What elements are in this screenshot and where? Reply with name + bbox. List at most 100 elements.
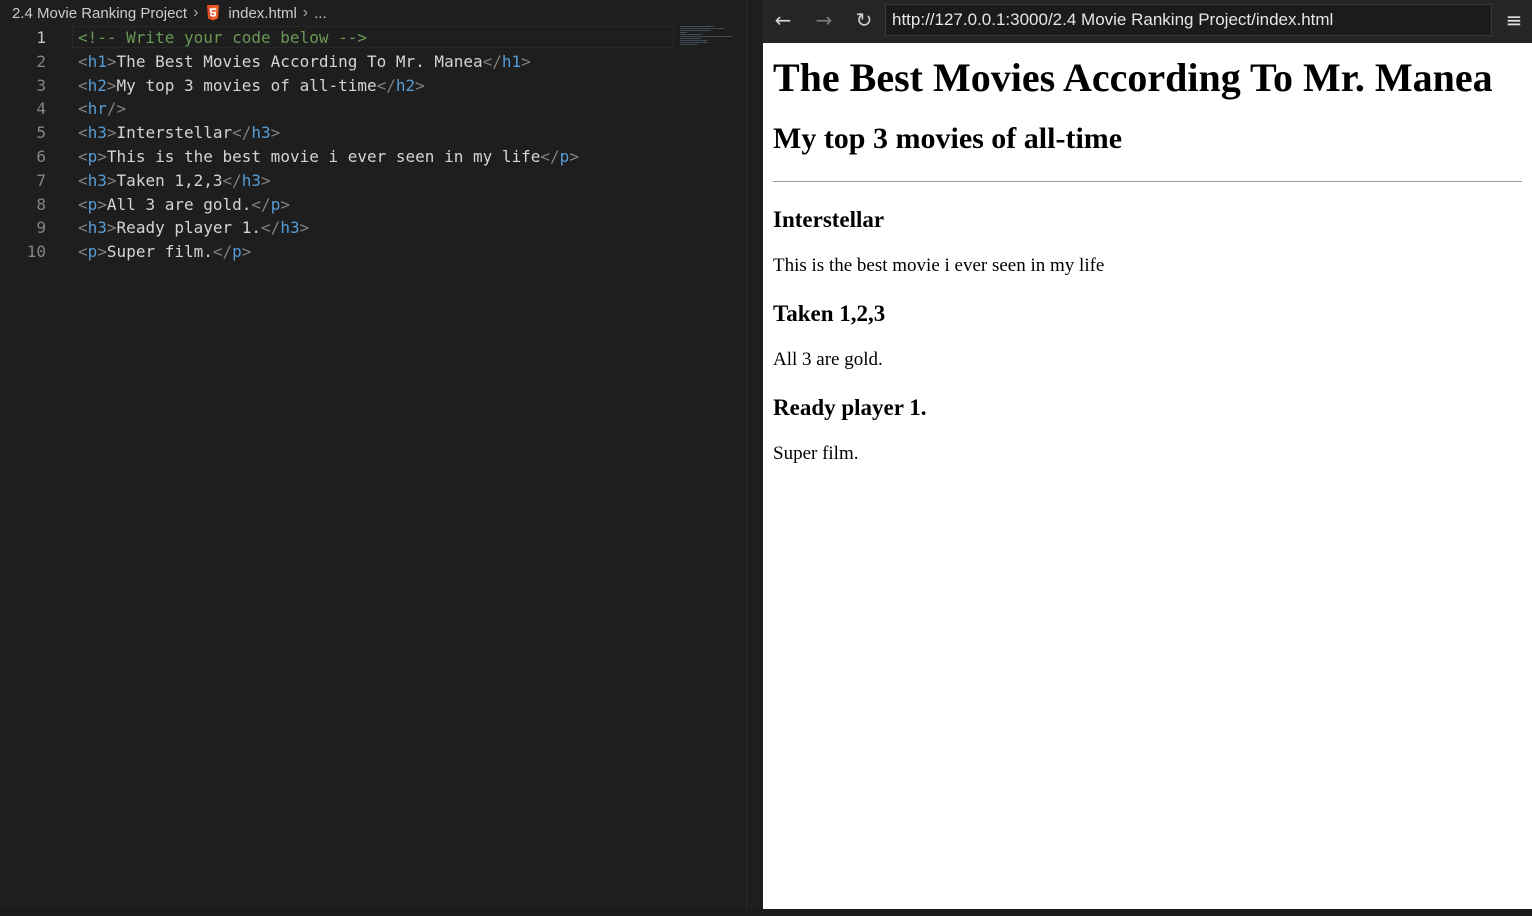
code-line[interactable]: 6 <p>This is the best movie i ever seen i…	[0, 145, 746, 169]
code-token-bracket: <	[78, 75, 88, 95]
code-line[interactable]: 7 <h3>Taken 1,2,3</h3>	[0, 169, 746, 193]
breadcrumb-folder[interactable]: 2.4 Movie Ranking Project	[12, 5, 187, 22]
code-line[interactable]: 8 <p>All 3 are gold.</p>	[0, 193, 746, 217]
minimap-line	[680, 34, 703, 35]
chevron-right-icon: ›	[302, 4, 309, 21]
code-token-bracket: >	[521, 51, 531, 71]
line-number: 3	[36, 75, 46, 95]
line-number: 10	[26, 242, 46, 262]
code-token-bracket: </	[232, 123, 252, 143]
code-token-bracket: >	[106, 123, 117, 143]
code-token-bracket: >	[270, 123, 281, 143]
code-token-bracket: >	[261, 170, 271, 190]
code-token-bracket: >	[106, 51, 117, 71]
line-number: 5	[36, 123, 46, 143]
code-token-bracket: </	[251, 194, 271, 214]
code-token-tag: h2	[87, 75, 107, 95]
code-token-bracket: </	[212, 242, 233, 262]
minimap-line	[680, 26, 714, 27]
code-line[interactable]: 4 <hr/>	[0, 97, 746, 121]
code-token-bracket: >	[280, 194, 290, 214]
movie-description: This is the best movie i ever seen in my…	[773, 255, 1105, 276]
line-source[interactable]: <h1>The Best Movies According To Mr. Man…	[78, 50, 531, 74]
code-token-bracket: </	[261, 218, 281, 238]
code-line[interactable]: 9 <h3>Ready player 1.</h3>	[0, 216, 746, 240]
code-line[interactable]: 1 <!-- Write your code below -->	[0, 26, 746, 50]
code-token-text: My top 3 movies of all-time	[116, 75, 377, 95]
code-token-bracket: </	[540, 146, 560, 166]
code-line[interactable]: 5 <h3>Interstellar</h3>	[0, 121, 746, 145]
line-source[interactable]: <p>Super film.</p>	[78, 240, 251, 264]
code-token-tag: p	[232, 242, 242, 262]
code-token-bracket: >	[97, 194, 107, 214]
line-source[interactable]: <h3>Ready player 1.</h3>	[78, 216, 309, 240]
editor-scrollbar[interactable]	[746, 0, 763, 909]
reload-icon[interactable]: ↻	[849, 6, 879, 34]
line-source[interactable]: <h3>Taken 1,2,3</h3>	[78, 169, 271, 193]
minimap-line	[680, 40, 707, 41]
html5-icon	[207, 5, 220, 21]
code-token-tag: hr	[87, 99, 107, 119]
code-token-bracket: <	[78, 170, 88, 190]
code-token-tag: p	[559, 146, 570, 166]
code-token-tag: h3	[251, 123, 271, 143]
breadcrumb-more[interactable]: ...	[314, 5, 327, 22]
line-source[interactable]: <!-- Write your code below -->	[78, 26, 367, 50]
minimap-line	[680, 42, 708, 43]
minimap-line	[680, 38, 702, 39]
code-token-text: All 3 are gold.	[106, 194, 252, 214]
line-number: 9	[36, 218, 46, 238]
code-token-bracket: <	[78, 51, 88, 71]
rendered-page: The Best Movies According To Mr. Manea M…	[763, 43, 1532, 909]
browser-toolbar: ← → ↻ http://127.0.0.1:3000/2.4 Movie Ra…	[763, 0, 1532, 43]
code-token-bracket: <	[78, 99, 88, 119]
line-source[interactable]: <p>All 3 are gold.</p>	[78, 193, 290, 217]
breadcrumb: 2.4 Movie Ranking Project › index.html ›…	[0, 0, 746, 26]
code-token-tag: p	[87, 194, 98, 214]
url-bar[interactable]: http://127.0.0.1:3000/2.4 Movie Ranking …	[885, 4, 1492, 36]
code-line[interactable]: 10 <p>Super film.</p>	[0, 240, 746, 264]
horizontal-rule	[773, 181, 1522, 182]
code-token-tag: h3	[87, 170, 107, 190]
code-token-tag: p	[87, 146, 98, 166]
minimap-line	[680, 44, 697, 45]
page-heading: The Best Movies According To Mr. Manea	[773, 55, 1493, 100]
line-number: 4	[36, 99, 46, 119]
movie-title: Interstellar	[773, 207, 885, 232]
movie-title: Taken 1,2,3	[773, 301, 886, 326]
movie-description: All 3 are gold.	[773, 349, 883, 370]
code-token-text: Ready player 1.	[116, 218, 262, 238]
forward-arrow-icon[interactable]: →	[809, 6, 839, 34]
line-number: 1	[36, 28, 46, 47]
code-token-text: The Best Movies According To Mr. Manea	[116, 51, 483, 71]
code-token-bracket: >	[106, 75, 117, 95]
back-arrow-icon[interactable]: ←	[768, 6, 798, 34]
minimap-line	[680, 32, 687, 33]
line-source[interactable]: <h3>Interstellar</h3>	[78, 121, 280, 145]
code-token-bracket: </	[222, 170, 242, 190]
line-source[interactable]: <p>This is the best movie i ever seen in…	[78, 145, 579, 169]
breadcrumb-file[interactable]: index.html	[228, 5, 296, 22]
code-token-text: This is the best movie i ever seen in my…	[106, 146, 541, 166]
code-token-bracket: >	[97, 242, 107, 262]
code-token-tag: p	[87, 242, 98, 262]
line-source[interactable]: <h2>My top 3 movies of all-time</h2>	[78, 74, 425, 98]
code-token-bracket: />	[106, 99, 127, 119]
code-token-bracket: <	[78, 146, 88, 166]
minimap[interactable]	[680, 26, 736, 48]
code-token-bracket: >	[97, 146, 107, 166]
code-token-tag: h3	[87, 123, 107, 143]
code-token-bracket: >	[106, 218, 117, 238]
code-line[interactable]: 2 <h1>The Best Movies According To Mr. Ma…	[0, 50, 746, 74]
line-number: 7	[36, 170, 46, 190]
code-editor[interactable]: 2.4 Movie Ranking Project › index.html ›…	[0, 0, 746, 909]
code-token-bracket: <	[78, 242, 88, 262]
code-token-comment: <!-- Write your code below -->	[78, 28, 367, 47]
code-line[interactable]: 3 <h2>My top 3 movies of all-time</h2>	[0, 74, 746, 98]
code-token-tag: p	[270, 194, 281, 214]
code-token-tag: h1	[501, 51, 522, 71]
code-lines[interactable]: 1 <!-- Write your code below --> 2 <h1>The …	[0, 26, 746, 264]
line-source[interactable]: <hr/>	[78, 97, 126, 121]
hamburger-menu-icon[interactable]: ≡	[1501, 6, 1527, 34]
line-number: 2	[36, 51, 46, 71]
